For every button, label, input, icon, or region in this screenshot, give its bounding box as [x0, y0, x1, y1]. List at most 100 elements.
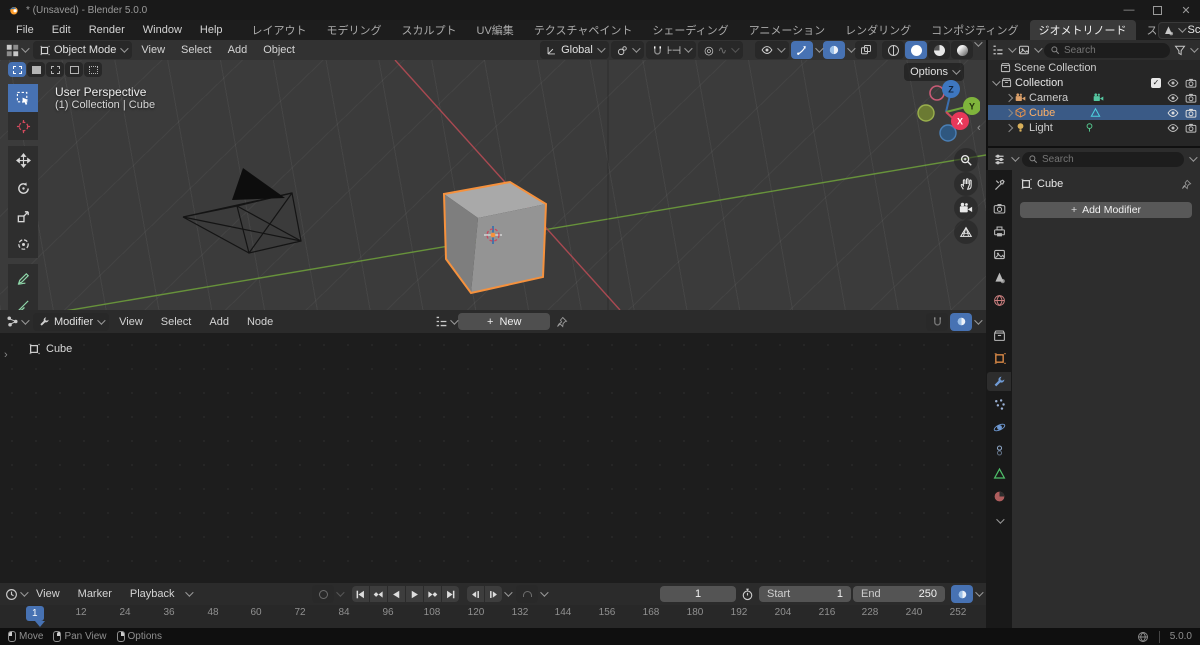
play-reverse-button[interactable] — [388, 586, 405, 602]
node-tree-type-dropdown[interactable]: Modifier — [33, 313, 109, 331]
show-gizmo-toggle[interactable] — [791, 41, 813, 59]
region-expand-arrow[interactable]: › — [4, 349, 8, 361]
visibility-dropdown[interactable] — [755, 41, 789, 59]
tab-world[interactable] — [987, 291, 1011, 310]
expand-arrow-icon[interactable] — [1005, 108, 1013, 116]
expand-arrow-icon[interactable] — [1005, 123, 1013, 131]
tab-object-data[interactable] — [987, 464, 1011, 483]
tab-physics[interactable] — [987, 418, 1011, 437]
menu-window[interactable]: Window — [135, 22, 190, 38]
pin-icon[interactable] — [556, 316, 568, 328]
properties-search-input[interactable] — [1042, 154, 1122, 165]
hide-eye-icon[interactable] — [1167, 92, 1179, 104]
node-menu-view[interactable]: View — [111, 314, 151, 330]
tab-sculpting[interactable]: スカルプト — [393, 20, 466, 40]
shading-solid-button[interactable] — [905, 41, 927, 59]
disable-render-camera-icon[interactable] — [1185, 92, 1197, 104]
camera-view-button[interactable] — [954, 196, 978, 220]
tool-transform[interactable] — [8, 230, 38, 258]
gizmo-axis-y[interactable]: Y — [963, 97, 980, 115]
tab-modifier[interactable] — [987, 372, 1011, 391]
node-menu-select[interactable]: Select — [153, 314, 200, 330]
hide-eye-icon[interactable] — [1167, 77, 1179, 89]
tab-particles[interactable] — [987, 395, 1011, 414]
menu-edit[interactable]: Edit — [44, 22, 79, 38]
auto-keying-toggle[interactable] — [312, 585, 334, 603]
show-overlays-toggle[interactable] — [823, 41, 845, 59]
viewport-menu-add[interactable]: Add — [221, 42, 255, 58]
play-button[interactable] — [406, 586, 423, 602]
select-intersect-button[interactable] — [84, 62, 102, 77]
zoom-button[interactable] — [954, 148, 978, 172]
sidebar-collapse-arrow[interactable]: ‹ — [977, 122, 981, 134]
timeline-ruler[interactable]: 1 12 24 36 48 60 72 84 96 108 120 132 14… — [0, 605, 986, 628]
menu-file[interactable]: File — [8, 22, 42, 38]
tool-cursor[interactable] — [8, 112, 38, 140]
filter-icon[interactable] — [1174, 44, 1186, 56]
minimize-button[interactable]: — — [1123, 4, 1135, 16]
expand-arrow-icon[interactable] — [992, 77, 1000, 85]
gizmo-axis-neg-x[interactable] — [930, 86, 944, 100]
xray-toggle[interactable] — [855, 41, 877, 59]
outliner-row-camera[interactable]: Camera — [988, 90, 1200, 105]
tab-object[interactable] — [987, 349, 1011, 368]
tool-annotate[interactable] — [8, 264, 38, 292]
next-keyframe-button[interactable] — [424, 586, 441, 602]
timeline-menu-view[interactable]: View — [28, 586, 68, 602]
prev-keyframe-button[interactable] — [370, 586, 387, 602]
timeline-menu-playback[interactable]: Playback — [122, 586, 183, 602]
shading-wireframe-button[interactable] — [882, 41, 904, 59]
viewport-3d[interactable]: User Perspective (1) Collection | Cube O… — [0, 60, 986, 310]
viewport-menu-object[interactable]: Object — [256, 42, 302, 58]
add-modifier-button[interactable]: + Add Modifier — [1020, 202, 1192, 218]
maximize-button[interactable] — [1153, 6, 1162, 15]
tab-uv-editing[interactable]: UV編集 — [468, 20, 523, 40]
node-editor-type-icon[interactable] — [6, 315, 19, 328]
outliner-row-collection[interactable]: Collection ✓ — [988, 75, 1200, 90]
tab-modeling[interactable]: モデリング — [318, 20, 391, 40]
current-frame-field[interactable]: 1 — [660, 586, 736, 602]
disable-render-camera-icon[interactable] — [1185, 77, 1197, 89]
close-button[interactable]: ✕ — [1180, 4, 1192, 16]
gizmo-axis-z[interactable]: Z — [942, 80, 960, 98]
tab-view-layer[interactable] — [987, 245, 1011, 264]
node-menu-node[interactable]: Node — [239, 314, 281, 330]
viewport-menu-select[interactable]: Select — [174, 42, 219, 58]
frame-forward-button[interactable] — [485, 586, 502, 602]
tool-select-box[interactable] — [8, 84, 38, 112]
outliner-editor-icon[interactable] — [992, 44, 1004, 56]
tab-output[interactable] — [987, 222, 1011, 241]
tab-constraints[interactable] — [987, 441, 1011, 460]
tab-texture-paint[interactable]: テクスチャペイント — [525, 20, 642, 40]
tab-material[interactable] — [987, 487, 1011, 506]
pin-icon[interactable] — [1181, 179, 1192, 190]
collection-checkbox[interactable]: ✓ — [1151, 78, 1161, 88]
tool-measure[interactable] — [8, 292, 38, 310]
tab-rendering[interactable]: レンダリング — [836, 20, 920, 40]
tool-rotate[interactable] — [8, 174, 38, 202]
properties-search[interactable] — [1022, 152, 1184, 167]
stopwatch-icon[interactable] — [741, 588, 754, 601]
proportional-editing-group[interactable]: ◎ ∿ — [698, 41, 743, 59]
snap-group[interactable]: ⊦⊣ — [646, 41, 696, 59]
viewport-menu-view[interactable]: View — [134, 42, 172, 58]
tab-shading[interactable]: シェーディング — [643, 20, 737, 40]
camera-object[interactable] — [183, 168, 301, 253]
tab-tool[interactable] — [987, 176, 1011, 195]
gizmo-axis-neg-z[interactable] — [940, 125, 956, 141]
outliner-row-cube[interactable]: Cube — [988, 105, 1200, 120]
proportional-editing-icon[interactable]: ◎ — [704, 44, 714, 57]
display-mode-icon[interactable] — [1018, 44, 1030, 56]
node-tree-browse-icon[interactable] — [435, 315, 448, 328]
editor-type-icon[interactable] — [6, 44, 19, 57]
mode-dropdown[interactable]: Object Mode — [33, 41, 132, 59]
tab-scene[interactable] — [987, 268, 1011, 287]
disable-render-camera-icon[interactable] — [1185, 122, 1197, 134]
timeline-editor-icon[interactable] — [5, 588, 18, 601]
playhead[interactable]: 1 — [26, 606, 44, 621]
select-invert-button[interactable] — [65, 62, 83, 77]
select-extend-button[interactable] — [27, 62, 45, 77]
select-set-button[interactable] — [8, 62, 26, 77]
expand-arrow-icon[interactable] — [1005, 93, 1013, 101]
hide-eye-icon[interactable] — [1167, 107, 1179, 119]
